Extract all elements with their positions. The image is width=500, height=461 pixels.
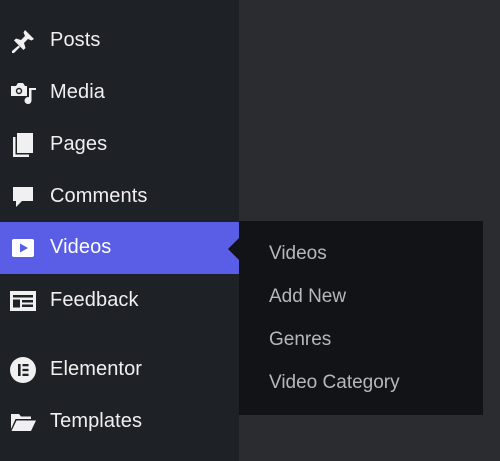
sidebar-item-feedback[interactable]: Feedback — [0, 275, 239, 327]
sidebar-item-comments[interactable]: Comments — [0, 171, 239, 223]
comment-icon — [9, 183, 37, 211]
submenu-item-video-category[interactable]: Video Category — [269, 372, 400, 394]
sidebar-item-media[interactable]: Media — [0, 67, 239, 119]
folder-icon — [9, 408, 37, 436]
sidebar-item-posts[interactable]: Posts — [0, 15, 239, 67]
sidebar-item-label: Comments — [50, 185, 148, 208]
sidebar-item-label: Pages — [50, 133, 108, 156]
pushpin-icon — [9, 27, 37, 55]
sidebar-item-elementor[interactable]: Elementor — [0, 344, 239, 396]
sidebar-item-videos[interactable]: Videos — [0, 222, 239, 274]
sidebar-item-label: Videos — [50, 236, 112, 259]
sidebar-item-label: Feedback — [50, 289, 139, 312]
submenu-pointer — [228, 238, 239, 260]
video-play-icon — [9, 234, 37, 262]
sidebar-item-label: Media — [50, 81, 105, 104]
media-icon — [9, 79, 37, 107]
feedback-icon — [9, 287, 37, 315]
admin-sidebar: Posts Media Pages Comments Videos Feedba… — [0, 0, 239, 461]
elementor-icon — [9, 356, 37, 384]
sidebar-item-label: Posts — [50, 29, 101, 52]
sidebar-item-pages[interactable]: Pages — [0, 119, 239, 171]
pages-icon — [9, 131, 37, 159]
submenu-item-genres[interactable]: Genres — [269, 329, 331, 351]
sidebar-item-label: Elementor — [50, 358, 143, 381]
submenu-item-videos[interactable]: Videos — [269, 243, 327, 265]
sidebar-item-templates[interactable]: Templates — [0, 396, 239, 448]
submenu-item-add-new[interactable]: Add New — [269, 286, 346, 308]
videos-submenu: Videos Add New Genres Video Category — [239, 221, 483, 415]
sidebar-item-label: Templates — [50, 410, 143, 433]
